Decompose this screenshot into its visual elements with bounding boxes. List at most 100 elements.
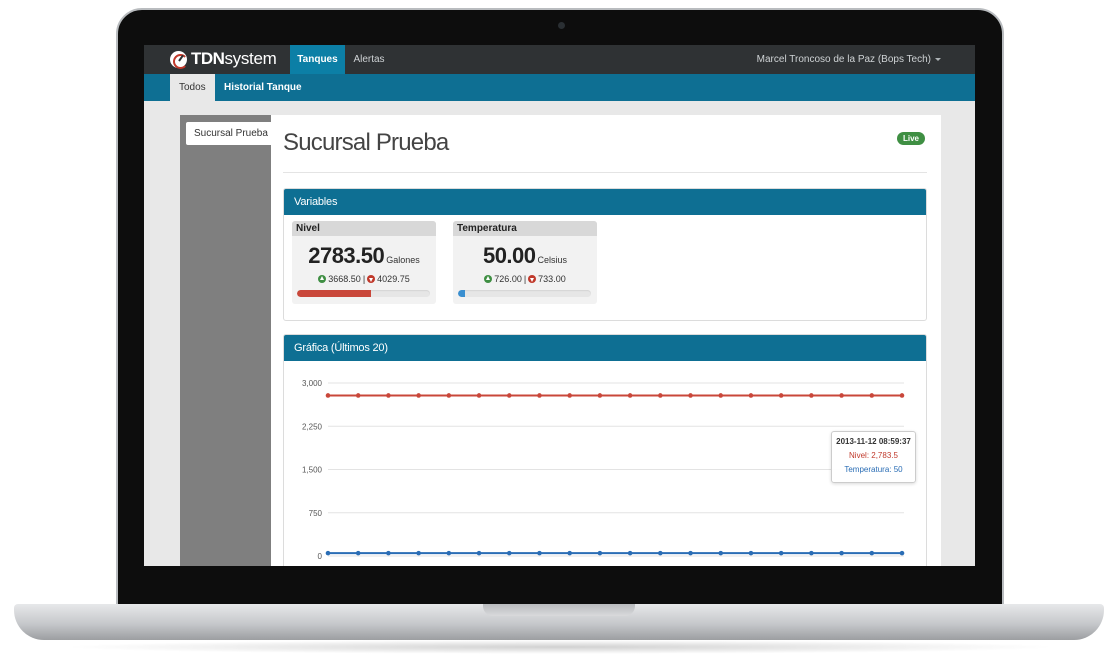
progress-fill	[458, 290, 465, 297]
y-tick-label: 750	[309, 509, 323, 518]
app-screen: TDN system Tanques Alertas Marcel Tronco…	[144, 45, 975, 566]
variable-name: Nivel	[292, 221, 436, 236]
variable-card-temperatura: Temperatura 50.00 Celsius 726.00 | 733.00	[453, 221, 597, 304]
sidebar-item-sucursal-prueba[interactable]: Sucursal Prueba	[186, 122, 271, 145]
y-tick-label: 1,500	[302, 466, 323, 475]
chart-panel: Gráfica (Últimos 20) 3,000 2,250 1,500 750 0…	[283, 334, 927, 566]
y-tick-label: 2,250	[302, 422, 323, 431]
variable-value: 50.00	[482, 243, 536, 268]
tab-tanques[interactable]: Tanques	[290, 45, 345, 74]
user-menu[interactable]: Marcel Troncoso de la Paz (Bops Tech)	[757, 45, 941, 74]
sidebar: Sucursal Prueba	[180, 115, 271, 566]
divider	[283, 172, 927, 173]
data-point[interactable]	[688, 550, 693, 556]
data-point[interactable]	[718, 550, 724, 556]
data-point[interactable]	[537, 393, 542, 398]
data-point[interactable]	[809, 550, 814, 556]
data-point[interactable]	[386, 550, 391, 556]
data-point[interactable]	[416, 393, 421, 398]
data-point[interactable]	[446, 393, 452, 398]
subtab-historial-tanque[interactable]: Historial Tanque	[224, 74, 302, 101]
subtab-todos[interactable]: Todos	[170, 74, 215, 101]
tab-alertas[interactable]: Alertas	[345, 45, 393, 74]
chart-tooltip: 2013-11-12 08:59:37 Nivel: 2,783.5 Tempe…	[831, 431, 916, 483]
data-point[interactable]	[658, 550, 663, 556]
variable-name: Temperatura	[453, 221, 597, 236]
data-point[interactable]	[567, 550, 572, 556]
data-point[interactable]	[778, 550, 784, 556]
variable-range: 3668.50 | 4029.75	[292, 274, 436, 284]
arrow-up-circle-icon	[484, 275, 493, 283]
progress-fill	[297, 290, 372, 297]
data-point[interactable]	[869, 550, 875, 556]
camera-icon	[558, 22, 565, 29]
variable-card-nivel: Nivel 2783.50 Galones 3668.50 | 4029.75	[292, 221, 436, 304]
tooltip-timestamp: 2013-11-12 08:59:37	[836, 437, 911, 446]
data-point[interactable]	[839, 393, 844, 398]
data-point[interactable]	[355, 393, 361, 398]
data-point[interactable]	[506, 550, 512, 556]
data-point[interactable]	[355, 550, 361, 556]
main-content: Sucursal Prueba Live Variables Nivel 278…	[271, 115, 941, 566]
tooltip-temperatura: Temperatura: 50	[844, 465, 903, 474]
chart-panel-title: Gráfica (Últimos 20)	[284, 335, 926, 361]
y-tick-label: 3,000	[302, 379, 323, 388]
page-title: Sucursal Prueba	[283, 129, 449, 156]
arrow-down-circle-icon	[367, 275, 376, 283]
laptop-notch	[483, 604, 635, 616]
data-point[interactable]	[869, 393, 875, 398]
data-point[interactable]	[839, 550, 844, 556]
user-name: Marcel Troncoso de la Paz (Bops Tech)	[756, 54, 931, 65]
data-point[interactable]	[748, 550, 754, 556]
data-point[interactable]	[567, 393, 572, 398]
data-point[interactable]	[537, 550, 542, 556]
data-point[interactable]	[386, 393, 391, 398]
data-point[interactable]	[416, 550, 421, 556]
data-point[interactable]	[597, 393, 603, 398]
brand-name-light: system	[224, 49, 277, 68]
data-point[interactable]	[597, 550, 603, 556]
live-badge: Live	[896, 132, 925, 145]
data-point[interactable]	[899, 393, 905, 398]
data-point[interactable]	[325, 550, 331, 556]
y-tick-label: 0	[318, 552, 323, 561]
data-point[interactable]	[476, 393, 482, 398]
data-point[interactable]	[506, 393, 512, 398]
data-point[interactable]	[658, 393, 663, 398]
variable-value-row: 50.00 Celsius	[453, 243, 597, 269]
data-point[interactable]	[899, 550, 905, 556]
data-point[interactable]	[809, 393, 814, 398]
variable-max: 4029.75	[377, 274, 410, 284]
brand-name-bold: TDN	[191, 49, 225, 68]
data-point[interactable]	[748, 393, 754, 398]
chevron-down-icon	[935, 57, 941, 61]
data-point[interactable]	[627, 393, 633, 398]
data-point[interactable]	[325, 393, 331, 398]
chart-svg: 3,000 2,250 1,500 750 0	[302, 379, 905, 561]
variable-range: 726.00 | 733.00	[453, 274, 597, 284]
variable-unit: Celsius	[537, 255, 568, 265]
variable-value-row: 2783.50 Galones	[292, 243, 436, 269]
variable-min: 726.00	[494, 274, 522, 284]
variable-value: 2783.50	[308, 243, 385, 268]
laptop-shadow	[60, 640, 1060, 654]
data-point[interactable]	[718, 393, 724, 398]
data-point[interactable]	[688, 393, 693, 398]
variable-unit: Galones	[386, 255, 420, 265]
brand-logo[interactable]: TDN system	[170, 49, 277, 69]
variable-max: 733.00	[538, 274, 566, 284]
variable-progress-bar	[297, 290, 430, 297]
variable-min: 3668.50	[328, 274, 361, 284]
gauge-icon	[170, 50, 188, 69]
line-chart: 3,000 2,250 1,500 750 0 2013-11-12 08:59:37 …	[284, 361, 926, 561]
data-point[interactable]	[476, 550, 482, 556]
variable-progress-bar	[458, 290, 591, 297]
top-navbar: TDN system Tanques Alertas Marcel Tronco…	[144, 45, 975, 74]
arrow-down-circle-icon	[528, 275, 537, 283]
variables-panel: Variables Nivel 2783.50 Galones 3668.50 | 4…	[283, 188, 927, 321]
data-point[interactable]	[627, 550, 633, 556]
data-point[interactable]	[778, 393, 784, 398]
arrow-up-circle-icon	[318, 275, 327, 283]
variables-panel-title: Variables	[284, 189, 926, 215]
data-point[interactable]	[446, 550, 452, 556]
